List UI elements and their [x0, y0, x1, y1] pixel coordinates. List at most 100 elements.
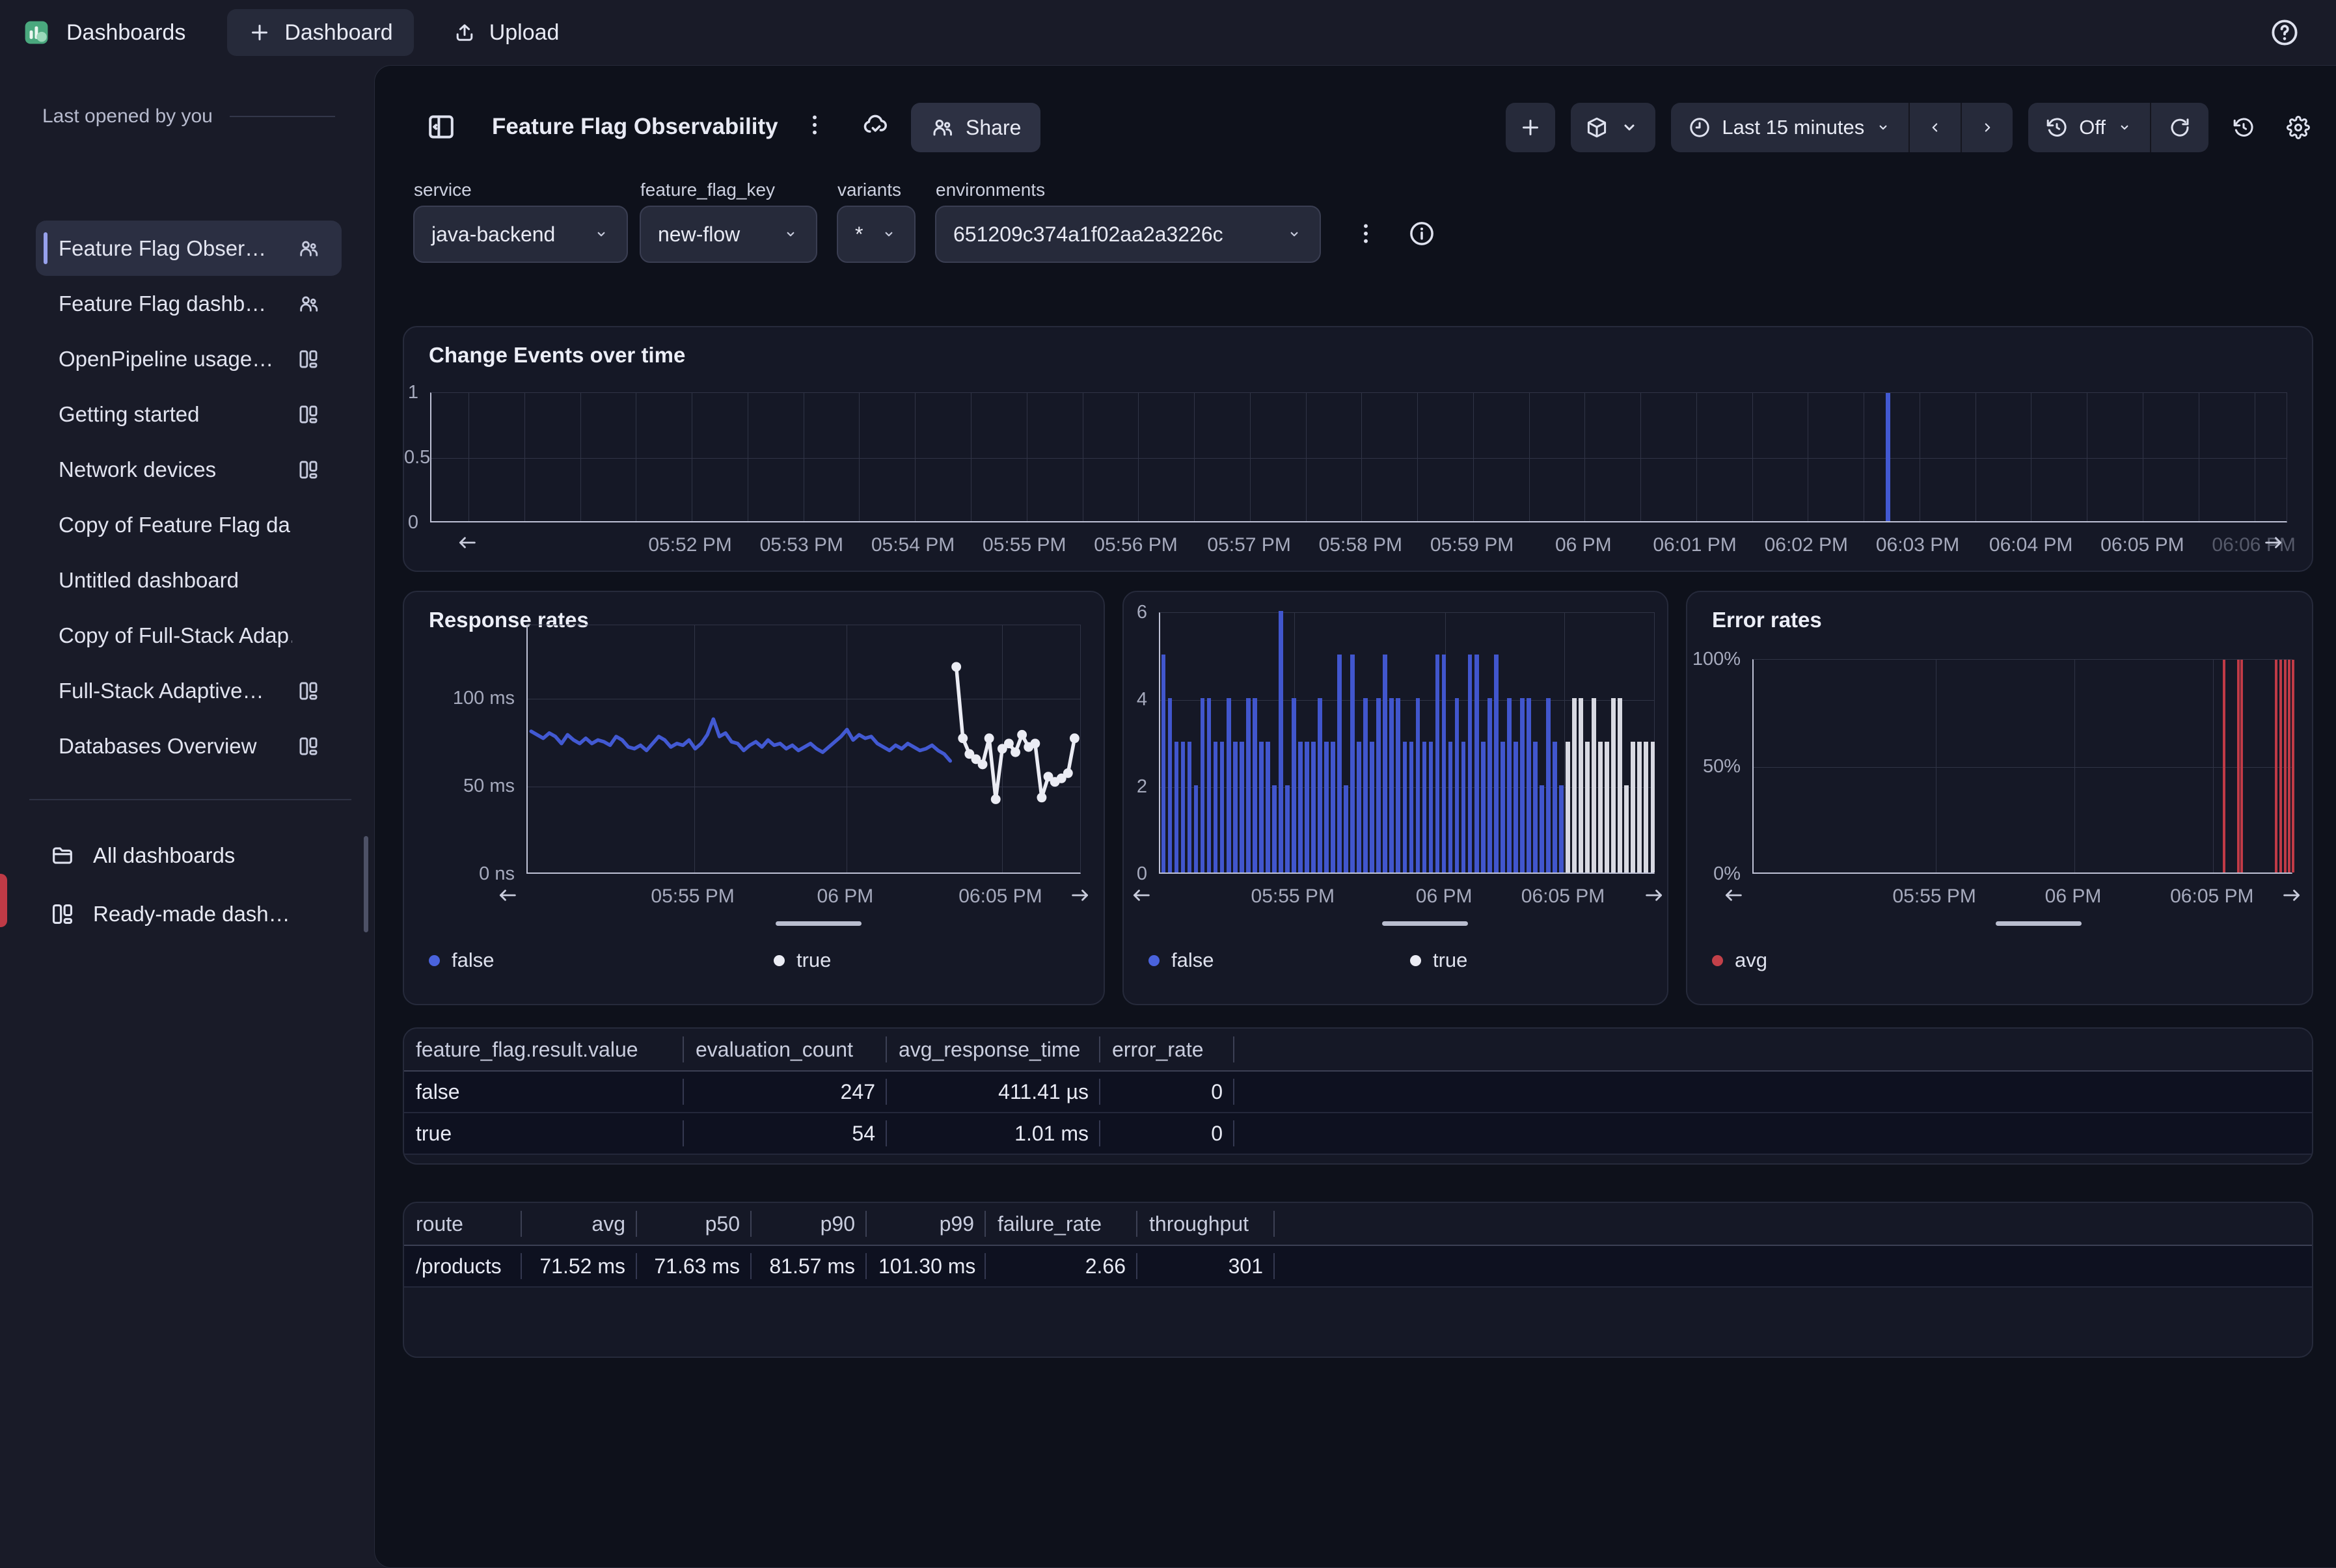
sidebar-item-ready-made-dash-[interactable]: Ready-made dash…	[36, 885, 342, 943]
add-panel-button[interactable]	[1506, 103, 1555, 152]
table-cell: false	[404, 1079, 684, 1105]
help-button[interactable]	[2270, 18, 2300, 47]
bar-false	[1220, 742, 1225, 872]
sidebar-item[interactable]: Full-Stack Adaptive…	[36, 663, 342, 718]
pan-right-arrow[interactable]	[1069, 884, 1091, 906]
legend-dot	[1410, 955, 1421, 966]
pan-left-arrow[interactable]	[456, 532, 478, 554]
x-axis-tick: 05:53 PM	[760, 534, 843, 556]
column-header[interactable]: avg_response_time	[887, 1036, 1100, 1062]
legend-item-true[interactable]: true	[1410, 949, 1467, 972]
response-rates-plot[interactable]	[526, 625, 1081, 874]
error-rates-plot[interactable]	[1752, 659, 2292, 874]
bar-false	[1376, 698, 1381, 872]
upload-button[interactable]: Upload	[432, 9, 580, 56]
sidebar-item-label: Feature Flag Obser…	[59, 236, 292, 261]
time-axis-scrollbar[interactable]	[1996, 921, 2082, 926]
column-header[interactable]: route	[404, 1211, 522, 1237]
legend-item-false[interactable]: false	[1148, 949, 1214, 972]
chevron-down-icon	[782, 226, 799, 243]
sidebar-item[interactable]: Feature Flag Obser…	[36, 221, 342, 276]
dashboards-menu[interactable]: Dashboards	[22, 18, 185, 47]
sidebar-item[interactable]: Getting started	[36, 386, 342, 442]
sidebar-item-all-dashboards[interactable]: All dashboards	[36, 826, 342, 885]
bar-false	[1487, 698, 1492, 872]
column-header[interactable]: throughput	[1137, 1211, 1275, 1237]
resource-picker-button[interactable]	[1571, 103, 1655, 152]
time-range-button[interactable]: Last 15 minutes	[1671, 103, 1908, 152]
column-header[interactable]: error_rate	[1100, 1036, 1234, 1062]
filter-label-feature-flag-key: feature_flag_key	[640, 180, 775, 200]
column-header[interactable]: p90	[752, 1211, 867, 1237]
filters-menu-button[interactable]	[1352, 220, 1379, 247]
feature-flag-key-filter-dropdown[interactable]: new-flow	[640, 206, 817, 263]
bar-false	[1363, 698, 1368, 872]
dashboard-menu-button[interactable]	[801, 111, 828, 139]
pan-left-arrow[interactable]	[1130, 884, 1152, 906]
legend-item-false[interactable]: false	[429, 949, 494, 972]
sidebar-item[interactable]: Databases Overview	[36, 718, 342, 774]
history-button[interactable]	[2224, 103, 2263, 152]
service-filter-dropdown[interactable]: java-backend	[413, 206, 628, 263]
sidebar-item[interactable]: Untitled dashboard	[36, 552, 342, 608]
x-axis-tick: 06 PM	[1416, 885, 1473, 908]
cloud-sync-icon[interactable]	[862, 111, 889, 139]
panel-collapse-button[interactable]	[423, 109, 459, 145]
info-icon[interactable]	[1408, 220, 1435, 247]
column-header[interactable]: avg	[522, 1211, 637, 1237]
variants-filter-dropdown[interactable]: *	[837, 206, 916, 263]
sidebar-item[interactable]: Network devices	[36, 442, 342, 497]
table-row[interactable]: false247411.41 µs0	[404, 1072, 2312, 1113]
auto-refresh-label: Off	[2079, 116, 2106, 139]
column-header[interactable]: evaluation_count	[684, 1036, 887, 1062]
time-axis-scrollbar[interactable]	[776, 921, 862, 926]
sidebar-item[interactable]: Copy of Feature Flag da…	[36, 497, 342, 552]
change-events-plot[interactable]	[430, 392, 2287, 522]
time-shift-forward-button[interactable]	[1961, 103, 2013, 152]
column-header[interactable]: feature_flag.result.value	[404, 1036, 684, 1062]
bar-false	[1357, 742, 1361, 872]
environments-filter-dropdown[interactable]: 651209c374a1f02aa2a3226c	[935, 206, 1321, 263]
sidebar-item-label: Network devices	[59, 457, 292, 482]
legend-label: false	[452, 949, 494, 972]
pan-left-arrow[interactable]	[496, 884, 519, 906]
auto-refresh-button[interactable]: Off	[2028, 103, 2150, 152]
pan-right-arrow[interactable]	[2281, 884, 2303, 906]
bar-false	[1546, 698, 1551, 872]
bar-false	[1540, 785, 1544, 872]
time-axis-scrollbar[interactable]	[1382, 921, 1468, 926]
new-dashboard-button[interactable]: Dashboard	[227, 9, 413, 56]
edge-notification-marker	[0, 874, 7, 927]
column-header[interactable]: failure_rate	[986, 1211, 1137, 1237]
legend-dot	[1148, 955, 1160, 966]
table-row[interactable]: /products71.52 ms71.63 ms81.57 ms101.30 …	[404, 1246, 2312, 1288]
legend-item-avg[interactable]: avg	[1712, 949, 1767, 972]
grid-icon	[50, 902, 75, 926]
pan-left-arrow[interactable]	[1722, 884, 1745, 906]
upload-label: Upload	[489, 20, 560, 46]
sidebar-item[interactable]: OpenPipeline usage…	[36, 331, 342, 386]
settings-button[interactable]	[2279, 103, 2318, 152]
legend-dot	[1712, 955, 1723, 966]
refresh-now-button[interactable]	[2150, 103, 2208, 152]
sidebar-scrollbar[interactable]	[364, 836, 368, 932]
data-point	[951, 662, 961, 671]
time-shift-back-button[interactable]	[1908, 103, 1961, 152]
sidebar-item[interactable]: Feature Flag dashb…	[36, 276, 342, 331]
data-point	[985, 733, 994, 743]
column-header[interactable]: p50	[637, 1211, 752, 1237]
pan-right-arrow[interactable]	[2262, 532, 2285, 554]
evaluation-counts-plot[interactable]	[1159, 612, 1655, 874]
share-button[interactable]: Share	[911, 103, 1040, 152]
column-header[interactable]: p99	[867, 1211, 986, 1237]
sidebar-item[interactable]: Copy of Full-Stack Adap…	[36, 608, 342, 663]
table-cell: 301	[1137, 1253, 1275, 1279]
bar-false	[1429, 742, 1433, 872]
bar-false	[1514, 742, 1518, 872]
bar-false	[1324, 742, 1329, 872]
legend-item-true[interactable]: true	[774, 949, 831, 972]
pan-right-arrow[interactable]	[1643, 884, 1665, 906]
table-row[interactable]: true541.01 ms0	[404, 1113, 2312, 1155]
x-axis-tick: 06 PM	[2045, 885, 2102, 908]
route-latency-table: routeavgp50p90p99failure_ratethroughput /…	[403, 1202, 2313, 1358]
